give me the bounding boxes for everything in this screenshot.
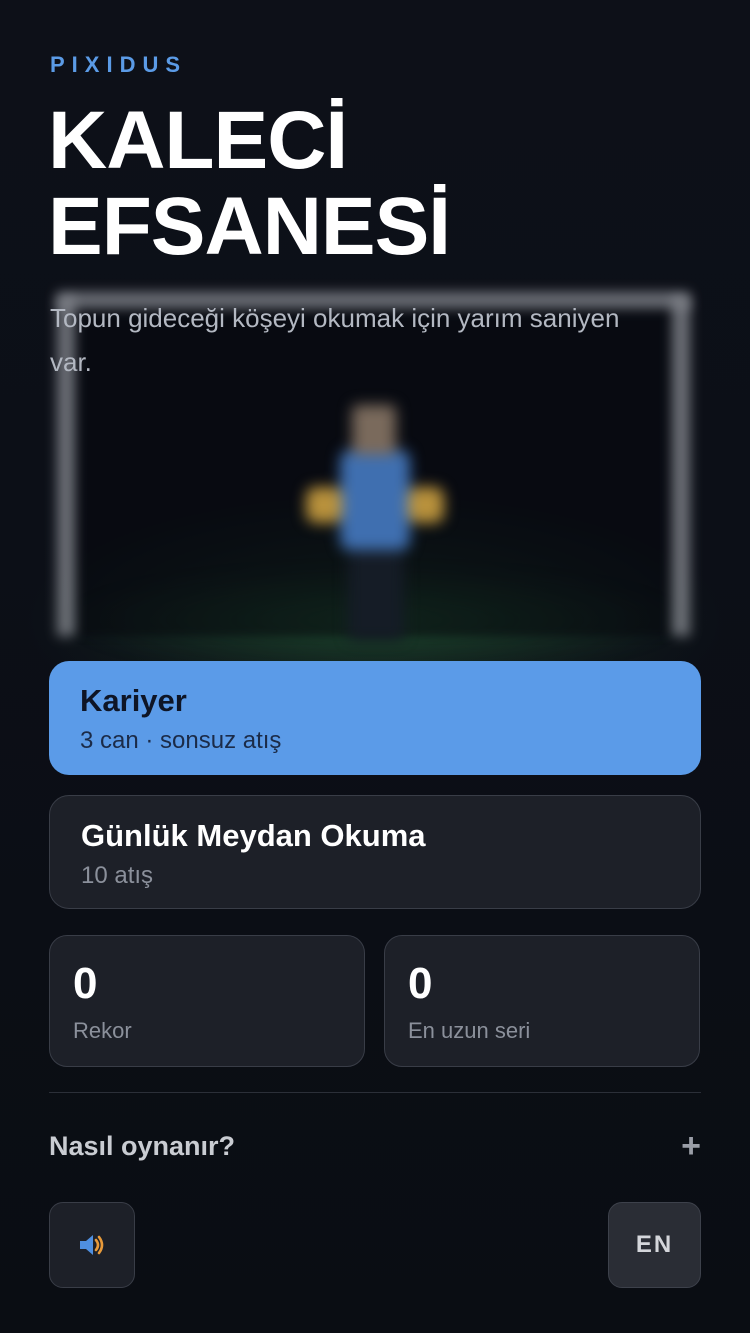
language-button[interactable]: EN <box>608 1202 701 1288</box>
section-divider <box>49 1092 701 1093</box>
career-mode-description: 3 can · sonsuz atış <box>80 727 282 754</box>
speaker-icon <box>80 1235 104 1255</box>
longest-streak-stat-card: 0 En uzun seri <box>384 935 700 1067</box>
longest-streak-label: En uzun seri <box>408 1018 531 1043</box>
record-label: Rekor <box>73 1018 132 1043</box>
game-title-line-2: EFSANESİ <box>48 181 451 272</box>
career-mode-title: Kariyer <box>80 683 187 718</box>
daily-challenge-button[interactable]: Günlük Meydan Okuma 10 atış <box>49 795 701 909</box>
sound-toggle-button[interactable] <box>49 1202 135 1288</box>
record-stat-card: 0 Rekor <box>49 935 365 1067</box>
longest-streak-value: 0 <box>408 959 433 1008</box>
game-tagline: Topun gideceği köşeyi okumak için yarım … <box>50 303 620 377</box>
daily-challenge-description: 10 atış <box>81 862 154 889</box>
main-menu: PIXIDUS KALECİ EFSANESİ Topun gideceği k… <box>0 0 750 1333</box>
career-mode-button[interactable]: Kariyer 3 can · sonsuz atış <box>49 661 701 775</box>
record-value: 0 <box>73 959 98 1008</box>
how-to-play-toggle[interactable]: Nasıl oynanır? + <box>49 1120 701 1172</box>
brand-label: PIXIDUS <box>50 52 188 77</box>
plus-icon: + <box>681 1127 701 1165</box>
game-title: KALECİ EFSANESİ <box>48 98 668 270</box>
daily-challenge-title: Günlük Meydan Okuma <box>81 818 426 853</box>
game-title-line-1: KALECİ <box>48 95 348 186</box>
how-to-play-label: Nasıl oynanır? <box>49 1130 236 1161</box>
